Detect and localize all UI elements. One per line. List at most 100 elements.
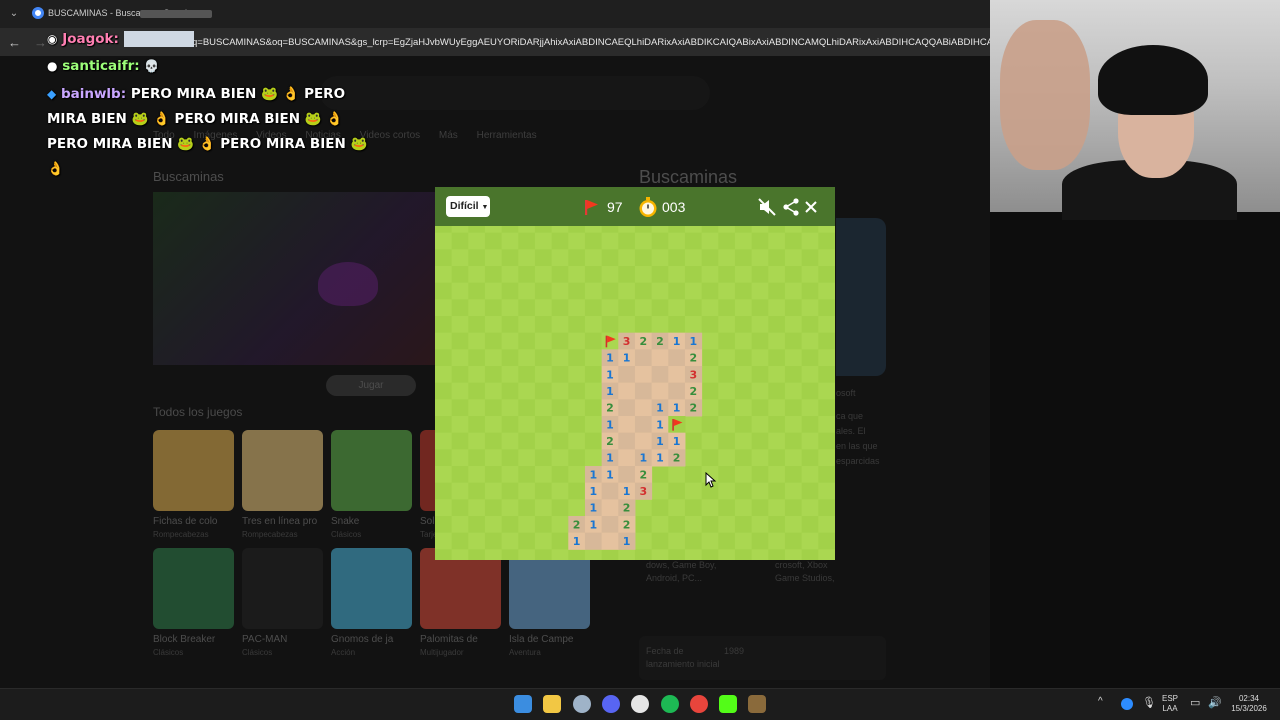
- hidden-cell[interactable]: [551, 466, 569, 484]
- hidden-cell[interactable]: [534, 449, 553, 467]
- hidden-cell[interactable]: [551, 366, 569, 384]
- hidden-cell[interactable]: [484, 466, 503, 484]
- hidden-cell[interactable]: [501, 316, 519, 334]
- difficulty-dropdown[interactable]: Difícil ▼: [446, 196, 490, 217]
- hidden-cell[interactable]: [518, 299, 536, 317]
- volume-icon[interactable]: 🔊: [1208, 698, 1222, 709]
- hidden-cell[interactable]: [451, 366, 469, 384]
- hidden-cell[interactable]: [618, 226, 636, 234]
- search-input[interactable]: [320, 76, 710, 110]
- hidden-cell[interactable]: [484, 226, 503, 234]
- hidden-cell[interactable]: [484, 399, 503, 417]
- hidden-cell[interactable]: [768, 549, 786, 560]
- hidden-cell[interactable]: [768, 316, 786, 334]
- hidden-cell[interactable]: [718, 226, 736, 234]
- hidden-cell[interactable]: [784, 282, 803, 300]
- hidden-cell[interactable]: [551, 449, 569, 467]
- hidden-cell[interactable]: [634, 316, 653, 334]
- hidden-cell[interactable]: [551, 382, 569, 400]
- hidden-cell[interactable]: [818, 549, 835, 560]
- hidden-cell[interactable]: [784, 516, 803, 534]
- hidden-cell[interactable]: [551, 516, 569, 534]
- hidden-cell[interactable]: [784, 549, 803, 560]
- hidden-cell[interactable]: [718, 382, 736, 400]
- hidden-cell[interactable]: [584, 282, 603, 300]
- hidden-cell[interactable]: [568, 399, 586, 417]
- hidden-cell[interactable]: [551, 249, 569, 267]
- hidden-cell[interactable]: [501, 349, 519, 367]
- hidden-cell[interactable]: [484, 299, 503, 317]
- hidden-cell[interactable]: [518, 466, 536, 484]
- hidden-cell[interactable]: [534, 382, 553, 400]
- hidden-cell[interactable]: [651, 549, 669, 560]
- chrome-icon[interactable]: [689, 695, 708, 713]
- hidden-cell[interactable]: [718, 349, 736, 367]
- revealed-cell[interactable]: [584, 532, 603, 550]
- hidden-cell[interactable]: [718, 532, 736, 550]
- hidden-cell[interactable]: [501, 532, 519, 550]
- revealed-cell[interactable]: [634, 432, 653, 450]
- hidden-cell[interactable]: [435, 382, 453, 400]
- hidden-cell[interactable]: [751, 282, 769, 300]
- hidden-cell[interactable]: [568, 499, 586, 517]
- hidden-cell[interactable]: [518, 349, 536, 367]
- hidden-cell[interactable]: [634, 249, 653, 267]
- hidden-cell[interactable]: [501, 449, 519, 467]
- hidden-cell[interactable]: [734, 516, 753, 534]
- clock[interactable]: 02:34 15/3/2026: [1226, 694, 1272, 714]
- revealed-cell[interactable]: [634, 366, 653, 384]
- hidden-cell[interactable]: [584, 332, 603, 350]
- hidden-cell[interactable]: [568, 299, 586, 317]
- hidden-cell[interactable]: [718, 499, 736, 517]
- hidden-cell[interactable]: [801, 516, 819, 534]
- hidden-cell[interactable]: [568, 249, 586, 267]
- hidden-cell[interactable]: [468, 316, 486, 334]
- hidden-cell[interactable]: [768, 466, 786, 484]
- hidden-cell[interactable]: [701, 316, 719, 334]
- hidden-cell[interactable]: [551, 349, 569, 367]
- hidden-cell[interactable]: [801, 382, 819, 400]
- hidden-cell[interactable]: [651, 232, 669, 250]
- hidden-cell[interactable]: [668, 226, 686, 234]
- game-card-name[interactable]: Fichas de colo: [153, 516, 217, 527]
- hidden-cell[interactable]: [701, 332, 719, 350]
- hidden-cell[interactable]: [501, 399, 519, 417]
- hidden-cell[interactable]: [501, 432, 519, 450]
- hidden-cell[interactable]: [768, 366, 786, 384]
- hidden-cell[interactable]: [618, 549, 636, 560]
- hidden-cell[interactable]: [734, 549, 753, 560]
- hidden-cell[interactable]: [684, 532, 703, 550]
- hidden-cell[interactable]: [801, 399, 819, 417]
- hidden-cell[interactable]: [801, 432, 819, 450]
- hidden-cell[interactable]: [435, 516, 453, 534]
- hidden-cell[interactable]: [668, 466, 686, 484]
- hidden-cell[interactable]: [684, 316, 703, 334]
- revealed-cell[interactable]: [634, 382, 653, 400]
- hidden-cell[interactable]: [534, 366, 553, 384]
- spotify-icon[interactable]: [660, 695, 679, 713]
- hidden-cell[interactable]: [601, 299, 619, 317]
- tab-short-videos[interactable]: Videos cortos: [360, 130, 420, 141]
- game-card-name[interactable]: Palomitas de: [420, 634, 478, 645]
- hidden-cell[interactable]: [451, 266, 469, 284]
- tab-tools[interactable]: Herramientas: [477, 130, 537, 141]
- hidden-cell[interactable]: [668, 532, 686, 550]
- hidden-cell[interactable]: [734, 432, 753, 450]
- hidden-cell[interactable]: [751, 226, 769, 234]
- hidden-cell[interactable]: [501, 299, 519, 317]
- hidden-cell[interactable]: [534, 226, 553, 234]
- hidden-cell[interactable]: [718, 399, 736, 417]
- hidden-cell[interactable]: [701, 226, 719, 234]
- hidden-cell[interactable]: [435, 282, 453, 300]
- hidden-cell[interactable]: [618, 266, 636, 284]
- hidden-cell[interactable]: [784, 382, 803, 400]
- hidden-cell[interactable]: [534, 282, 553, 300]
- hidden-cell[interactable]: [734, 226, 753, 234]
- hidden-cell[interactable]: [601, 282, 619, 300]
- revealed-cell[interactable]: [668, 382, 686, 400]
- windows-start-icon[interactable]: [514, 695, 532, 713]
- hidden-cell[interactable]: [484, 266, 503, 284]
- hidden-cell[interactable]: [568, 549, 586, 560]
- hidden-cell[interactable]: [668, 232, 686, 250]
- hidden-cell[interactable]: [818, 499, 835, 517]
